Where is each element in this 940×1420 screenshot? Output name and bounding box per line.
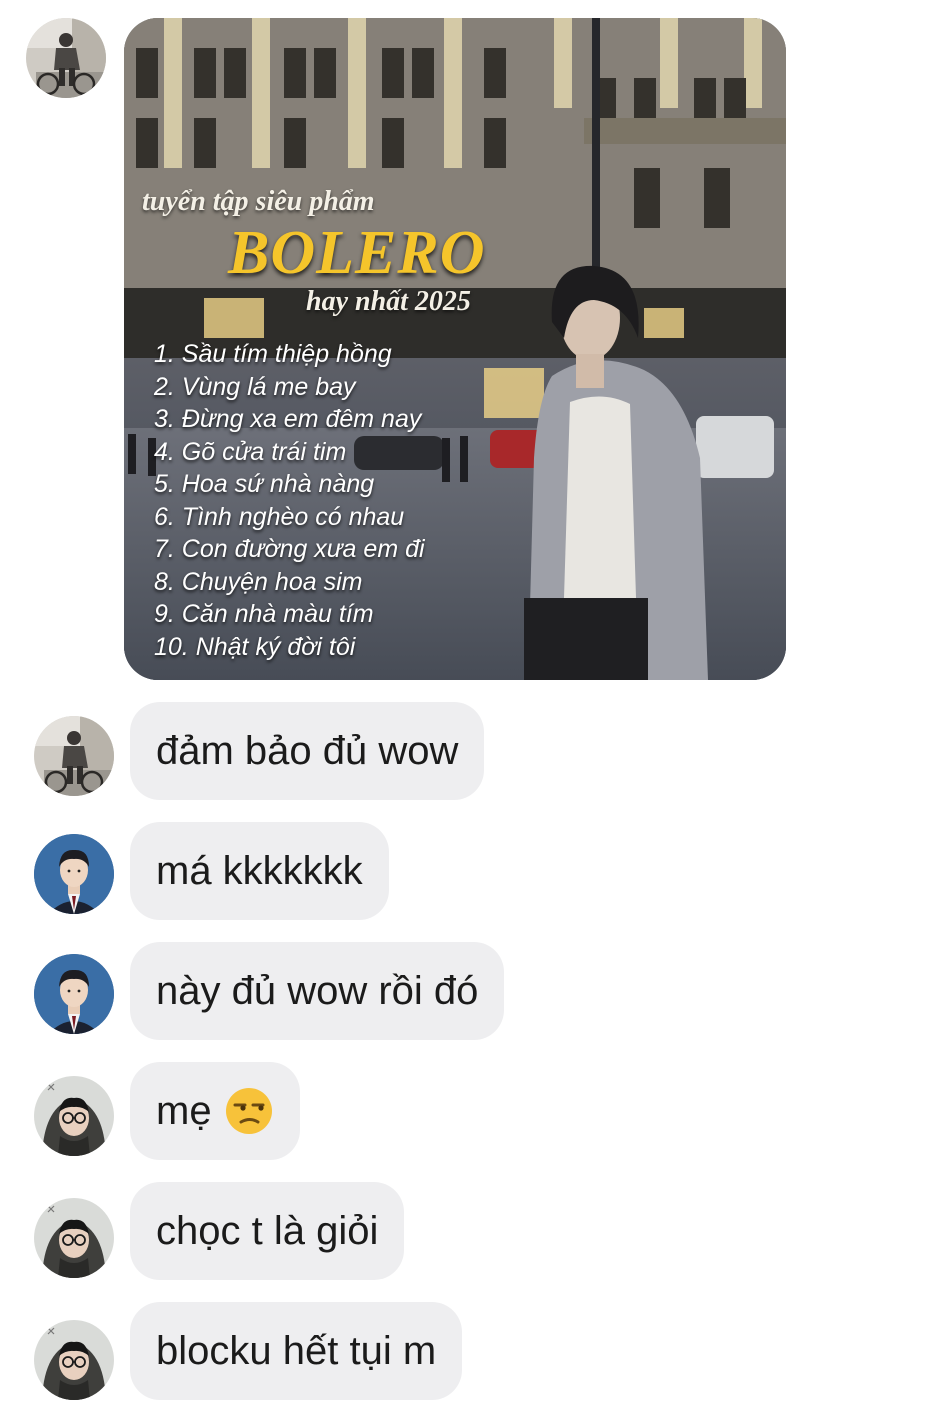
track-item: 9. Căn nhà màu tím xyxy=(154,600,374,628)
avatar-hooded-glasses[interactable] xyxy=(34,1320,114,1400)
track-item: 6. Tình nghèo có nhau xyxy=(154,502,405,531)
message-text: mẹ xyxy=(156,1088,212,1133)
message-text: đảm bảo đủ wow xyxy=(156,728,459,773)
message-text: blocku hết tụi m xyxy=(156,1328,437,1373)
track-item: 1. Sầu tím thiệp hồng xyxy=(154,340,392,368)
avatar-hooded-glasses[interactable] xyxy=(34,1198,114,1278)
album-cover-image[interactable]: tuyển tập siêu phẩm BOLERO hay nhất 2025… xyxy=(124,18,786,680)
message-bubble[interactable]: má kkkkkkk xyxy=(130,822,389,920)
track-item: 4. Gõ cửa trái tim xyxy=(154,437,347,466)
message-bubble[interactable]: chọc t là giỏi xyxy=(130,1182,405,1280)
track-item: 5. Hoa sứ nhà nàng xyxy=(154,470,375,498)
message-text: này đủ wow rồi đó xyxy=(156,968,479,1013)
track-list: 1. Sầu tím thiệp hồng 2. Vùng lá me bay … xyxy=(154,338,425,663)
track-item: 3. Đừng xa em đêm nay xyxy=(154,405,422,433)
message-text: chọc t là giỏi xyxy=(156,1208,379,1253)
message-text: má kkkkkkk xyxy=(156,848,363,893)
cover-title-bolero: BOLERO xyxy=(228,219,486,287)
unamused-face-icon xyxy=(224,1086,274,1136)
track-item: 8. Chuyện hoa sim xyxy=(154,567,363,596)
avatar-suit-man[interactable] xyxy=(34,834,114,914)
track-item: 10. Nhật ký đời tôi xyxy=(154,632,356,661)
cover-line-1: tuyển tập siêu phẩm xyxy=(142,186,375,217)
avatar-suit-man[interactable] xyxy=(34,954,114,1034)
message-bubble[interactable]: này đủ wow rồi đó xyxy=(130,942,505,1040)
message-bubble[interactable]: mẹ xyxy=(130,1062,300,1160)
message-bubble[interactable]: blocku hết tụi m xyxy=(130,1302,463,1400)
avatar-cyclist[interactable] xyxy=(26,18,106,98)
track-item: 2. Vùng lá me bay xyxy=(154,372,356,401)
cover-line-3: hay nhất 2025 xyxy=(306,286,471,317)
avatar-cyclist[interactable] xyxy=(34,716,114,796)
avatar-hooded-glasses[interactable] xyxy=(34,1076,114,1156)
track-item: 7. Con đường xưa em đi xyxy=(154,535,425,563)
message-bubble[interactable]: đảm bảo đủ wow xyxy=(130,702,485,800)
